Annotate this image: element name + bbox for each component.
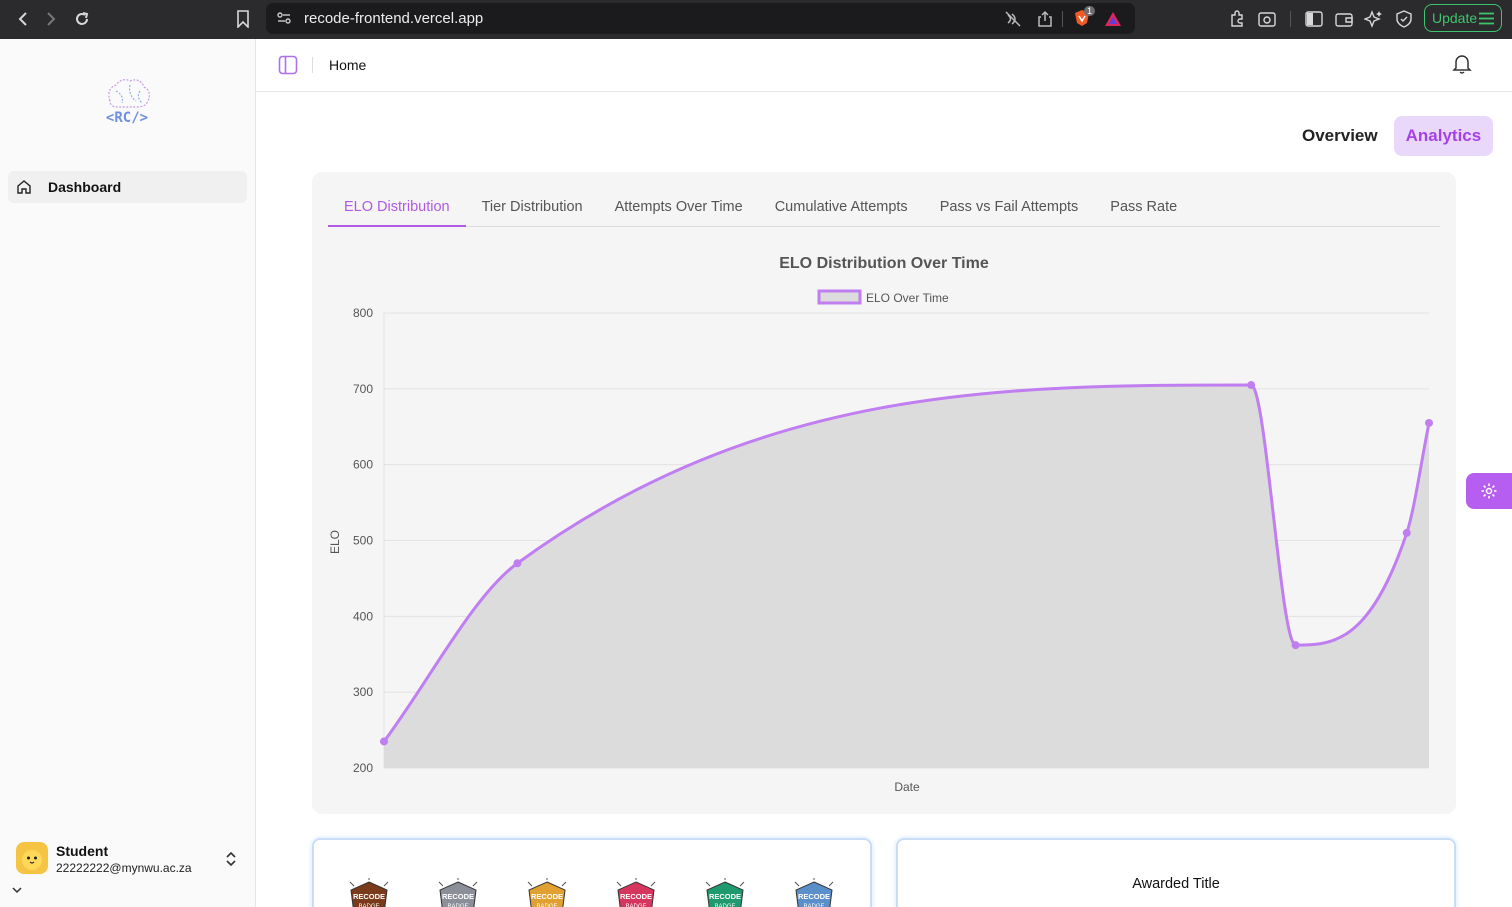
legend-swatch — [817, 289, 862, 305]
badge-text: RECODE — [620, 892, 652, 901]
y-axis-ticks: 200 300 400 500 600 700 800 — [353, 306, 373, 775]
forward-button[interactable] — [38, 6, 64, 32]
brave-rewards-icon[interactable] — [1104, 10, 1122, 28]
chart-tabs: ELO Distribution Tier Distribution Attem… — [328, 192, 1440, 227]
vpn-shield-icon[interactable] — [1394, 9, 1414, 29]
sidebar: <RC/> Dashboard Student 22222222@mynwu.a… — [0, 39, 256, 907]
home-icon — [17, 180, 31, 194]
update-button[interactable]: Update — [1424, 4, 1502, 32]
legend-label: ELO Over Time — [866, 291, 949, 305]
elo-data-point[interactable] — [380, 737, 388, 746]
badge-text: RECODE — [531, 892, 563, 901]
leo-ai-icon[interactable] — [1364, 9, 1384, 29]
tab-cumulative-attempts[interactable]: Cumulative Attempts — [759, 192, 924, 227]
badge-icon[interactable]: RECODE BADGE — [791, 878, 837, 907]
badge-icon[interactable]: RECODE BADGE — [702, 878, 748, 907]
site-settings-icon[interactable] — [276, 10, 292, 26]
elo-data-point[interactable] — [1247, 381, 1256, 390]
wallet-icon[interactable] — [1334, 9, 1354, 29]
shields-count-badge: 1 — [1084, 6, 1096, 16]
badge-icon[interactable]: RECODE BADGE — [346, 878, 392, 907]
y-tick-label: 600 — [353, 458, 373, 472]
tab-analytics[interactable]: Analytics — [1393, 116, 1494, 156]
user-email: 22222222@mynwu.ac.za — [56, 861, 192, 875]
tab-attempts-over-time[interactable]: Attempts Over Time — [599, 192, 759, 227]
y-tick-label: 800 — [353, 306, 373, 320]
bookmark-icon[interactable] — [230, 6, 256, 32]
badge-text: RECODE — [709, 892, 741, 901]
chevron-down-icon[interactable] — [10, 883, 24, 897]
share-icon[interactable] — [1036, 10, 1054, 28]
badge-text: RECODE — [353, 892, 385, 901]
elo-area-fill — [384, 385, 1429, 768]
user-menu[interactable]: Student 22222222@mynwu.ac.za — [16, 842, 248, 878]
bell-icon[interactable] — [1452, 53, 1472, 75]
badge-text: RECODE — [442, 892, 474, 901]
search-page-icon[interactable] — [1257, 9, 1277, 29]
gear-icon — [1481, 483, 1497, 499]
sidebar-toggle-icon[interactable] — [278, 55, 298, 75]
awarded-title: Awarded Title — [1132, 876, 1220, 892]
reader-mode-off-icon[interactable] — [1004, 10, 1022, 28]
elo-data-point[interactable] — [1402, 528, 1411, 537]
badge-icon[interactable]: RECODE BADGE — [524, 878, 570, 907]
header-divider — [312, 57, 313, 73]
badge-text: RECODE — [798, 892, 830, 901]
sidebar-item-label: Dashboard — [48, 179, 122, 195]
elo-data-point[interactable] — [513, 559, 522, 568]
settings-button[interactable] — [1466, 473, 1512, 509]
chevrons-up-down-icon — [226, 851, 236, 867]
badge-icon[interactable]: RECODE BADGE — [435, 878, 481, 907]
sidebar-item-dashboard[interactable]: Dashboard — [8, 171, 247, 203]
badge-icon[interactable]: RECODE BADGE — [613, 878, 659, 907]
chart-title: ELO Distribution Over Time — [779, 255, 989, 272]
view-tabs: Overview Analytics — [1290, 116, 1494, 156]
sidebar-panel-icon[interactable] — [1304, 9, 1324, 29]
y-tick-label: 300 — [353, 685, 373, 699]
address-bar[interactable]: recode-frontend.vercel.app 1 — [266, 3, 1135, 34]
back-button[interactable] — [10, 6, 36, 32]
awarded-title-card: Awarded Title — [896, 838, 1456, 907]
chart-legend[interactable]: ELO Over Time — [817, 289, 949, 305]
url-text[interactable]: recode-frontend.vercel.app — [304, 10, 483, 27]
analytics-card: ELO Distribution Tier Distribution Attem… — [312, 172, 1456, 814]
y-tick-label: 500 — [353, 534, 373, 548]
top-bar: Home — [256, 39, 1512, 92]
tab-overview[interactable]: Overview — [1290, 116, 1390, 156]
logo-text: <RC/> — [106, 110, 148, 126]
tab-elo-distribution[interactable]: ELO Distribution — [328, 192, 466, 227]
breadcrumb[interactable]: Home — [329, 57, 366, 73]
tab-tier-distribution[interactable]: Tier Distribution — [466, 192, 599, 227]
y-tick-label: 400 — [353, 609, 373, 623]
y-tick-label: 200 — [353, 761, 373, 775]
badges-card: RECODE BADGE RECODE BADGE RECODE BADGE R… — [312, 838, 872, 907]
user-name: Student — [56, 843, 109, 859]
menu-icon — [1479, 12, 1494, 25]
browser-toolbar: recode-frontend.vercel.app 1 Update — [0, 0, 1512, 39]
update-label: Update — [1432, 10, 1478, 26]
app-logo[interactable]: <RC/> — [96, 75, 158, 127]
reload-button[interactable] — [69, 6, 95, 32]
tab-pass-vs-fail-attempts[interactable]: Pass vs Fail Attempts — [924, 192, 1095, 227]
avatar-face-icon — [22, 850, 42, 870]
avatar — [16, 842, 48, 874]
y-tick-label: 700 — [353, 382, 373, 396]
elo-line-chart: ELO Distribution Over Time ELO Over Time… — [328, 255, 1433, 794]
y-axis-label: ELO — [328, 530, 342, 554]
tab-pass-rate[interactable]: Pass Rate — [1094, 192, 1193, 227]
x-axis-label: Date — [894, 780, 920, 794]
extensions-icon[interactable] — [1227, 9, 1247, 29]
elo-data-point[interactable] — [1425, 418, 1433, 427]
elo-data-point[interactable] — [1291, 641, 1300, 650]
